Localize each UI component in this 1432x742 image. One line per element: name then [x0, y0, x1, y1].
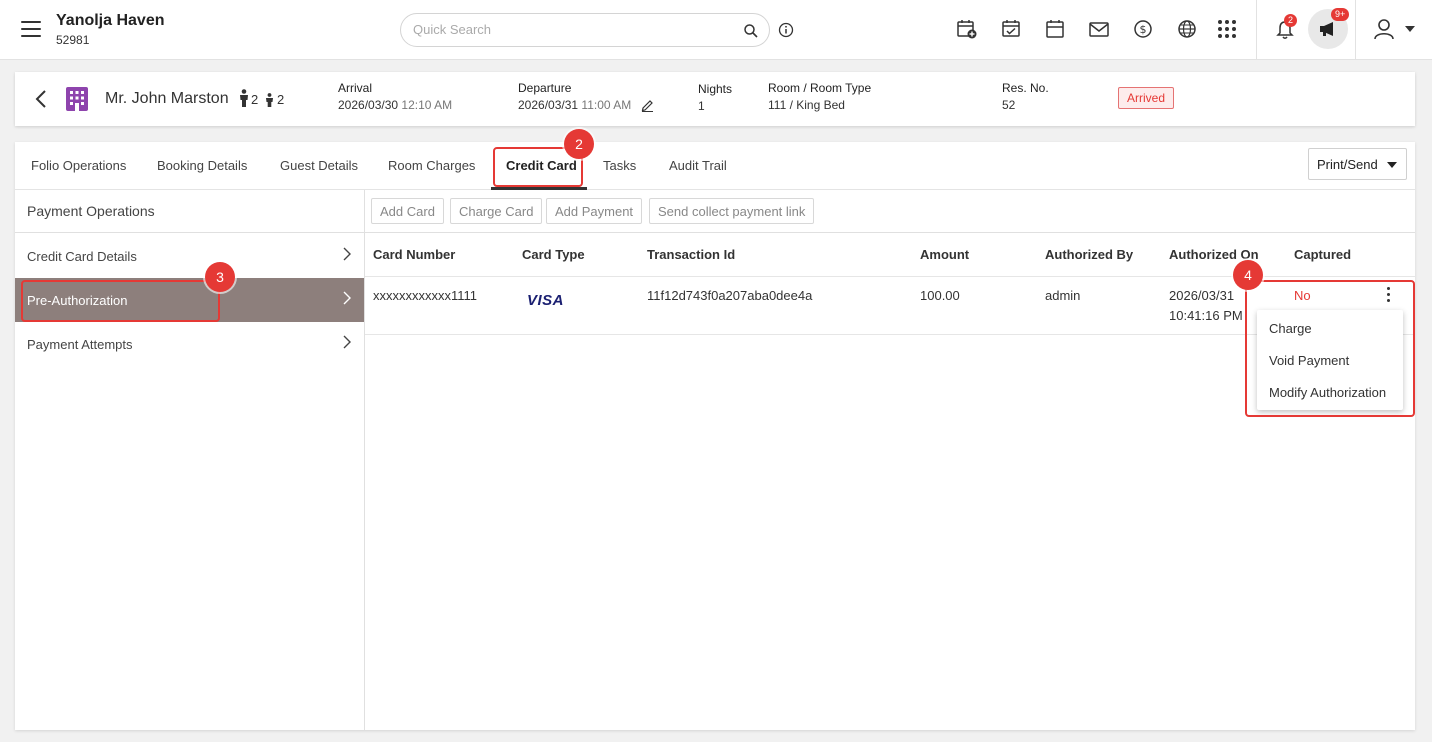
tab-credit-card[interactable]: Credit Card [506, 158, 577, 173]
notification-badge: 2 [1284, 14, 1298, 27]
child-icon [266, 93, 273, 107]
arrival-time: 12:10 AM [401, 98, 453, 112]
edit-pencil-icon[interactable] [641, 99, 654, 112]
column-header: Amount [920, 247, 970, 262]
row-actions-menu: Charge Void Payment Modify Authorization [1257, 310, 1403, 410]
new-reservation-icon[interactable] [956, 18, 978, 40]
tab-booking-details[interactable]: Booking Details [157, 158, 247, 173]
card-number-cell: xxxxxxxxxxxx1111 [373, 288, 478, 303]
column-header: Captured [1294, 247, 1352, 262]
topbar-divider [1355, 0, 1356, 60]
user-icon[interactable] [1372, 17, 1396, 41]
column-header: Card Type [522, 247, 585, 262]
quick-search [400, 13, 770, 47]
nav-item-pre-authorization[interactable]: Pre-Authorization [15, 278, 364, 322]
megaphone-icon [1320, 22, 1333, 36]
chevron-right-icon [343, 247, 351, 261]
row-actions-kebab-icon[interactable] [1385, 287, 1391, 305]
add-payment-button[interactable]: Add Payment [546, 198, 643, 224]
captured-cell: No [1294, 288, 1311, 303]
nav-item-label: Payment Attempts [27, 337, 133, 352]
menu-item-modify-authorization[interactable]: Modify Authorization [1269, 385, 1386, 400]
room-value: 111 / King Bed [768, 98, 845, 112]
arrival-date: 2026/03/30 [338, 98, 399, 112]
menu-item-charge[interactable]: Charge [1269, 321, 1312, 336]
tab-guest-details[interactable]: Guest Details [280, 158, 358, 173]
nights-label: Nights [698, 82, 733, 96]
departure-value: 2026/03/31 11:00 AM [518, 98, 631, 112]
payment-operations-header: Payment Operations [15, 190, 365, 233]
departure-label: Departure [518, 81, 572, 95]
nav-item-label: Credit Card Details [27, 249, 137, 264]
apps-grid-icon[interactable] [1216, 18, 1238, 40]
search-icon[interactable] [743, 23, 759, 39]
departure-time: 11:00 AM [581, 98, 632, 112]
chevron-down-icon [1387, 162, 1397, 168]
nav-item-credit-card-details[interactable]: Credit Card Details [15, 234, 364, 278]
guest-name: Mr. John Marston [105, 90, 229, 107]
dollar-icon[interactable]: $ [1132, 18, 1154, 40]
payment-operations-nav: Payment Operations Credit Card Details P… [15, 190, 365, 730]
top-bar: Yanolja Haven 52981 $ 2 9+ [0, 0, 1432, 60]
tab-audit-trail[interactable]: Audit Trail [669, 158, 727, 173]
arrival-value: 2026/03/30 12:10 AM [338, 98, 452, 112]
user-menu-caret-icon[interactable] [1405, 25, 1415, 33]
hamburger-menu-icon[interactable] [21, 21, 41, 37]
nav-item-label: Pre-Authorization [27, 293, 128, 308]
chevron-right-icon [343, 291, 351, 305]
payment-operations-title: Payment Operations [27, 203, 155, 219]
authorized-on-date-cell: 2026/03/31 [1169, 288, 1235, 303]
annotation-number: 3 [205, 262, 235, 292]
building-icon [66, 87, 88, 111]
back-arrow-icon[interactable] [31, 88, 51, 110]
chevron-right-icon [343, 335, 351, 349]
search-input[interactable] [413, 22, 733, 37]
column-header: Authorized By [1045, 247, 1134, 262]
child-count: 2 [277, 92, 285, 107]
tab-folio-operations[interactable]: Folio Operations [31, 158, 126, 173]
column-header: Transaction Id [647, 247, 736, 262]
adult-icon [240, 89, 248, 107]
room-label: Room / Room Type [768, 81, 872, 95]
calendar-icon[interactable] [1044, 18, 1066, 40]
tab-room-charges[interactable]: Room Charges [388, 158, 475, 173]
amount-cell: 100.00 [920, 288, 960, 303]
annotation-number: 2 [564, 129, 594, 159]
send-collect-payment-link-button[interactable]: Send collect payment link [649, 198, 815, 224]
property-name: Yanolja Haven [56, 12, 165, 29]
authorized-on-time-cell: 10:41:16 PM [1169, 308, 1243, 323]
svg-text:$: $ [1140, 23, 1147, 36]
charge-card-button[interactable]: Charge Card [450, 198, 543, 224]
nav-item-payment-attempts[interactable]: Payment Attempts [15, 322, 364, 366]
add-card-button[interactable]: Add Card [371, 198, 444, 224]
menu-item-void-payment[interactable]: Void Payment [1269, 353, 1349, 368]
print-send-dropdown[interactable]: Print/Send [1308, 148, 1407, 180]
annotation-number: 4 [1233, 260, 1263, 290]
status-badge: Arrived [1118, 87, 1175, 109]
property-code: 52981 [56, 33, 90, 47]
action-toolbar: Add Card Charge Card Add Payment Send co… [365, 190, 1415, 233]
authorized-by-cell: admin [1045, 288, 1081, 303]
reservation-header: Mr. John Marston 2 2 Arrival 2026/03/30 … [15, 72, 1415, 126]
adult-count: 2 [251, 92, 259, 107]
info-icon[interactable] [778, 22, 794, 38]
mail-icon[interactable] [1088, 18, 1110, 40]
topbar-divider [1256, 0, 1257, 60]
announcement-badge: 9+ [1331, 8, 1350, 21]
arrival-label: Arrival [338, 81, 373, 95]
departure-date: 2026/03/31 [518, 98, 579, 112]
globe-icon[interactable] [1176, 18, 1198, 40]
column-header: Card Number [373, 247, 456, 262]
nights-value: 1 [698, 99, 705, 113]
resno-value: 52 [1002, 98, 1016, 112]
tab-bar: Folio Operations Booking Details Guest D… [15, 142, 1415, 190]
resno-label: Res. No. [1002, 81, 1049, 95]
transaction-id-cell: 11f12d743f0a207aba0dee4a [647, 288, 813, 303]
checklist-icon[interactable] [1000, 18, 1022, 40]
visa-logo: VISA [527, 292, 565, 309]
main-panel: Folio Operations Booking Details Guest D… [15, 142, 1415, 730]
print-send-label: Print/Send [1317, 157, 1378, 172]
tab-tasks[interactable]: Tasks [603, 158, 636, 173]
